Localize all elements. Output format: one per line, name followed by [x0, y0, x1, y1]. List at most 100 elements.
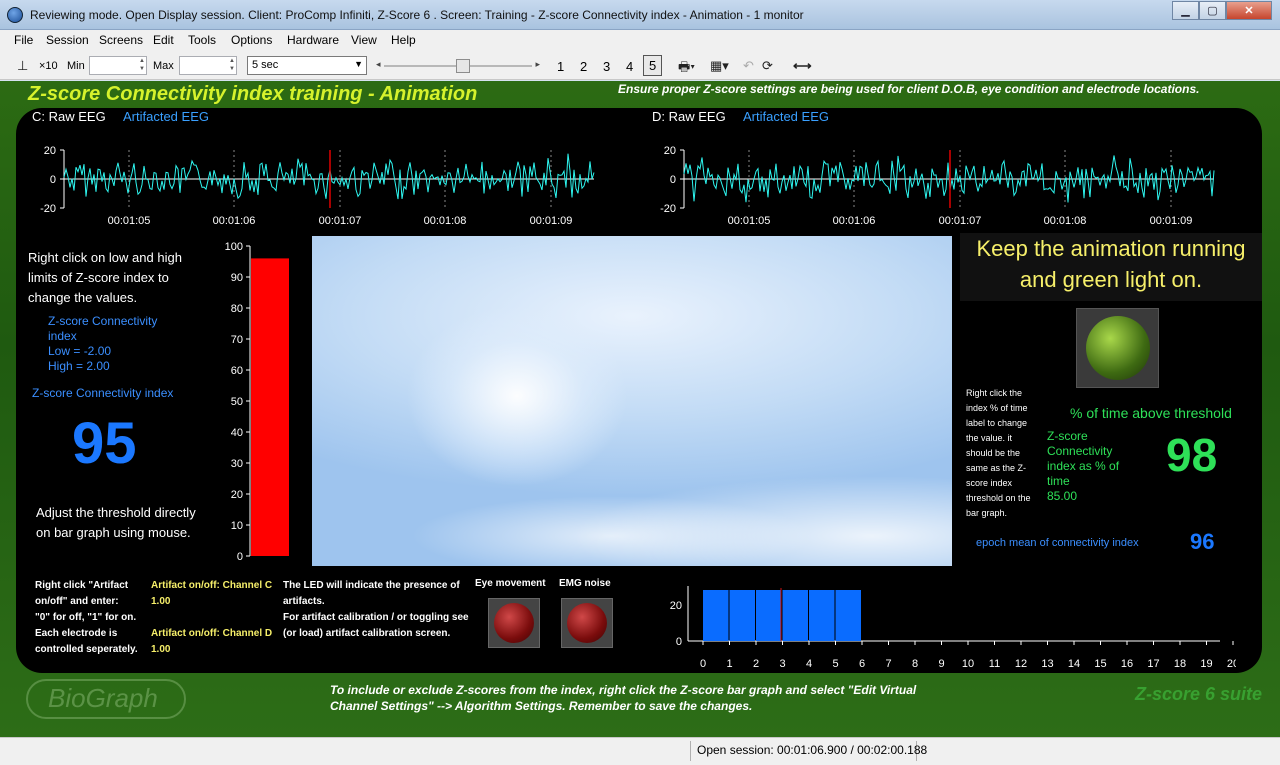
toolbar: ⊥ ×10 Min Max 5 sec ▼ ◂ ▸ 1 2 3 4 5 🖶▾ ▦…	[0, 50, 1280, 80]
hist-bar[interactable]	[782, 590, 809, 641]
hist-xtick: 12	[1015, 658, 1027, 670]
resize-arrows-icon[interactable]: ⟷	[793, 58, 812, 74]
artifact-help-line: Each electrode is	[35, 628, 118, 639]
eeg-d-ytick: 0	[670, 174, 676, 186]
axis-icon[interactable]: ⊥	[17, 58, 28, 74]
chevron-down-icon: ▼	[354, 59, 363, 69]
hist-bar[interactable]	[756, 590, 782, 641]
pct-desc-line: time	[1047, 474, 1070, 488]
page-1-button[interactable]: 1	[557, 59, 564, 74]
keep-running-line: Keep the animation running	[976, 236, 1246, 261]
pct-threshold-value: 85.00	[1047, 489, 1078, 503]
eeg-c-chart[interactable]: 20 0 -20 00:01:05 00:01:06 00:01:07 00:0…	[34, 142, 604, 226]
hist-xtick: 3	[779, 658, 785, 670]
timebase-select[interactable]: 5 sec ▼	[247, 56, 367, 75]
index-label: Z-score Connectivity index	[32, 386, 174, 400]
pct-desc[interactable]: Z-score Connectivity index as % of time …	[1047, 429, 1119, 504]
zscore-bar-graph[interactable]: 20 0 01234567891011121314151617181920	[660, 574, 1236, 674]
pct-help-line: bar graph.	[966, 508, 1008, 518]
hist-bar[interactable]	[729, 590, 756, 641]
epoch-label: epoch mean of connectivity index	[976, 537, 1139, 549]
hist-bar[interactable]	[835, 590, 862, 641]
page-2-button[interactable]: 2	[580, 59, 587, 74]
instructions-line: change the values.	[28, 290, 138, 305]
menu-help[interactable]: Help	[391, 33, 416, 47]
hist-bar[interactable]	[703, 590, 729, 641]
session-status: Open session: 00:01:06.900 / 00:02:00.18…	[697, 743, 928, 757]
led-note-line: (or load) artifact calibration screen.	[283, 628, 451, 639]
hist-xtick: 13	[1041, 658, 1053, 670]
eeg-c-title: C: Raw EEG	[32, 109, 106, 124]
artifact-chan-d-label: Artifact on/off: Channel D	[151, 628, 273, 639]
index-value: 95	[72, 411, 137, 476]
hist-xtick: 17	[1147, 658, 1159, 670]
threshold-bar-graph[interactable]: 1009080706050403020100	[216, 236, 306, 566]
artifact-help-line: controlled seperately.	[35, 644, 138, 655]
pct-help-text: Right click the index % of time label to…	[966, 386, 1031, 521]
menu-screens[interactable]: Screens	[99, 33, 143, 47]
bar-graph-tick-label: 90	[231, 272, 243, 284]
dark-panel: C: Raw EEG Artifacted EEG 20 0 -20 00:01…	[16, 108, 1262, 673]
screen-title: Z-score Connectivity index training - An…	[28, 83, 478, 105]
pct-help-line: index % of time	[966, 403, 1028, 413]
adjust-text: Adjust the threshold directly on bar gra…	[36, 503, 196, 543]
hist-xtick: 4	[806, 658, 812, 670]
window-controls: ▁ ▢ ✕	[1172, 1, 1272, 20]
menu-hardware[interactable]: Hardware	[287, 33, 339, 47]
menu-session[interactable]: Session	[46, 33, 89, 47]
menu-file[interactable]: File	[14, 33, 33, 47]
eeg-c-ytick: -20	[40, 203, 56, 215]
eeg-d-xtick: 00:01:06	[833, 215, 876, 226]
instructions-text: Right click on low and high limits of Z-…	[28, 248, 182, 308]
hist-xtick: 9	[938, 658, 944, 670]
bar-graph-tick-label: 0	[237, 551, 243, 563]
slider-right-icon[interactable]: ▸	[535, 59, 540, 70]
pct-label[interactable]: % of time above threshold	[1070, 405, 1232, 421]
bar-graph-tick-label: 80	[231, 303, 243, 315]
settings-note: Ensure proper Z-score settings are being…	[618, 82, 1200, 96]
refresh-icon[interactable]: ⟳	[762, 58, 773, 74]
eeg-d-xtick: 00:01:08	[1044, 215, 1087, 226]
eeg-d-chart[interactable]: 20 0 -20 00:01:05 00:01:06 00:01:07 00:0…	[654, 142, 1224, 226]
zscore-limits[interactable]: Z-score Connectivity index Low = -2.00 H…	[48, 314, 157, 374]
artifact-help-line: on/off" and enter:	[35, 596, 119, 607]
footer-note: To include or exclude Z-scores from the …	[330, 682, 916, 714]
close-icon[interactable]: ✕	[1226, 1, 1272, 20]
page-3-button[interactable]: 3	[603, 59, 610, 74]
slider-left-icon[interactable]: ◂	[376, 59, 381, 70]
limits-low: Low = -2.00	[48, 344, 112, 358]
eye-movement-led	[488, 598, 540, 648]
artifact-chan-d[interactable]: Artifact on/off: Channel D 1.00	[151, 626, 272, 658]
menu-view[interactable]: View	[351, 33, 377, 47]
max-input[interactable]	[179, 56, 237, 75]
menu-edit[interactable]: Edit	[153, 33, 174, 47]
eeg-c-xtick: 00:01:05	[108, 215, 151, 226]
eeg-c-xtick: 00:01:07	[319, 215, 362, 226]
page-5-button[interactable]: 5	[643, 55, 663, 76]
bar-graph-tick-label: 50	[231, 396, 243, 408]
artifact-chan-c[interactable]: Artifact on/off: Channel C 1.00	[151, 578, 272, 610]
eeg-c-xtick: 00:01:09	[530, 215, 573, 226]
review-slider[interactable]: ◂ ▸	[376, 58, 540, 74]
menu-options[interactable]: Options	[231, 33, 272, 47]
max-label: Max	[153, 60, 174, 72]
undo-icon[interactable]: ↶	[743, 58, 754, 74]
hist-xtick: 10	[962, 658, 974, 670]
threshold-bar[interactable]	[251, 258, 289, 556]
app-icon	[7, 7, 23, 23]
page-4-button[interactable]: 4	[626, 59, 633, 74]
animation-view[interactable]	[312, 236, 952, 566]
eeg-c-subtitle: Artifacted EEG	[123, 109, 209, 124]
print-icon[interactable]: 🖶▾	[678, 58, 695, 80]
menu-tools[interactable]: Tools	[188, 33, 216, 47]
eeg-d-xtick: 00:01:05	[728, 215, 771, 226]
scale-label[interactable]: ×10	[39, 60, 58, 72]
minimize-icon[interactable]: ▁	[1172, 1, 1199, 20]
hist-bar[interactable]	[809, 590, 835, 641]
slider-thumb[interactable]	[456, 59, 470, 73]
limits-line: Z-score Connectivity	[48, 314, 158, 328]
eeg-c-ytick: 0	[50, 174, 56, 186]
min-input[interactable]	[89, 56, 147, 75]
screen-icon[interactable]: ▦▾	[710, 58, 729, 74]
maximize-icon[interactable]: ▢	[1199, 1, 1226, 20]
